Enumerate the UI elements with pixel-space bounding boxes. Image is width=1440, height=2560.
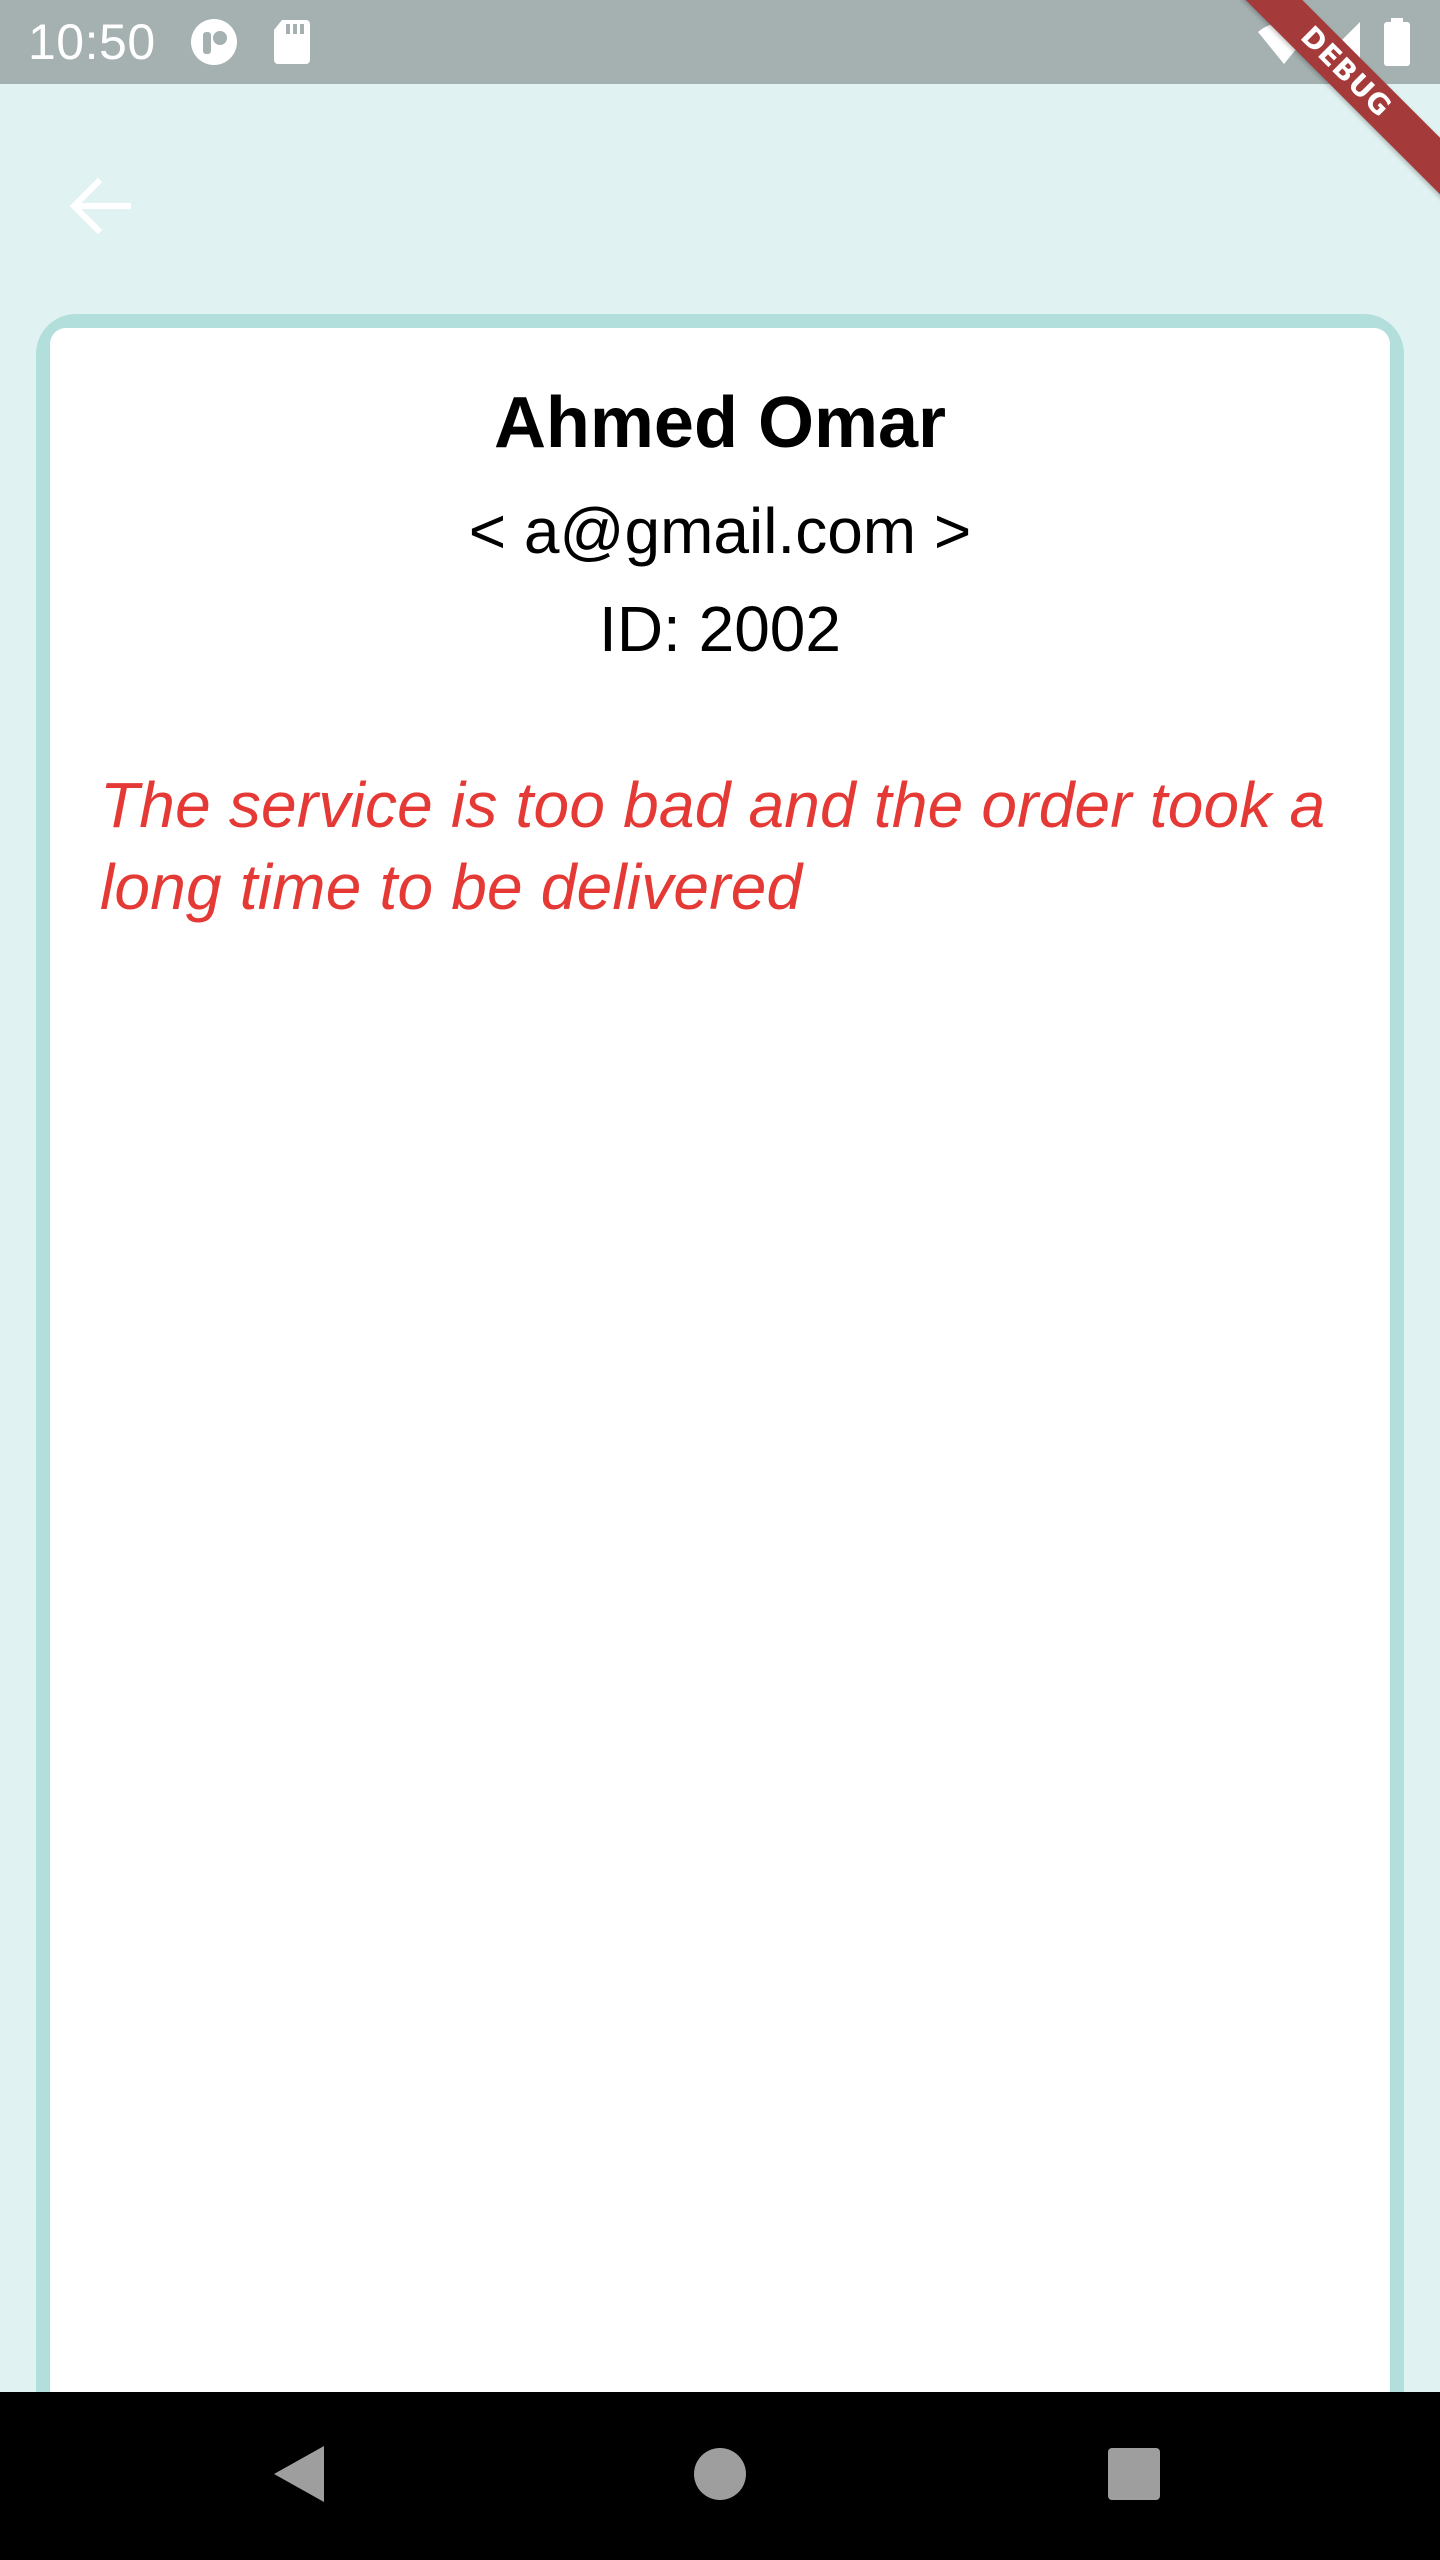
sd-card-icon: [272, 18, 312, 71]
navigation-bar: [0, 2392, 1440, 2560]
user-name: Ahmed Omar: [493, 383, 947, 463]
status-bar: 10:50: [0, 0, 1440, 84]
nav-back-button[interactable]: [240, 2416, 360, 2536]
complaint-text: The service is too bad and the order too…: [100, 769, 1326, 923]
nav-recents-icon: [1104, 2444, 1164, 2509]
status-time: 10:50: [28, 14, 156, 70]
nav-home-icon: [690, 2444, 750, 2509]
back-arrow-icon: [68, 174, 132, 243]
profile-badge-icon: [190, 18, 240, 71]
back-button[interactable]: [40, 148, 160, 268]
user-id: ID: 2002: [599, 593, 841, 665]
battery-icon: [1382, 18, 1412, 71]
nav-home-button[interactable]: [660, 2416, 780, 2536]
nav-back-icon: [270, 2444, 330, 2509]
app-bar: [0, 84, 1440, 280]
user-email: < a@gmail.com >: [468, 495, 972, 567]
nav-recents-button[interactable]: [1074, 2416, 1194, 2536]
